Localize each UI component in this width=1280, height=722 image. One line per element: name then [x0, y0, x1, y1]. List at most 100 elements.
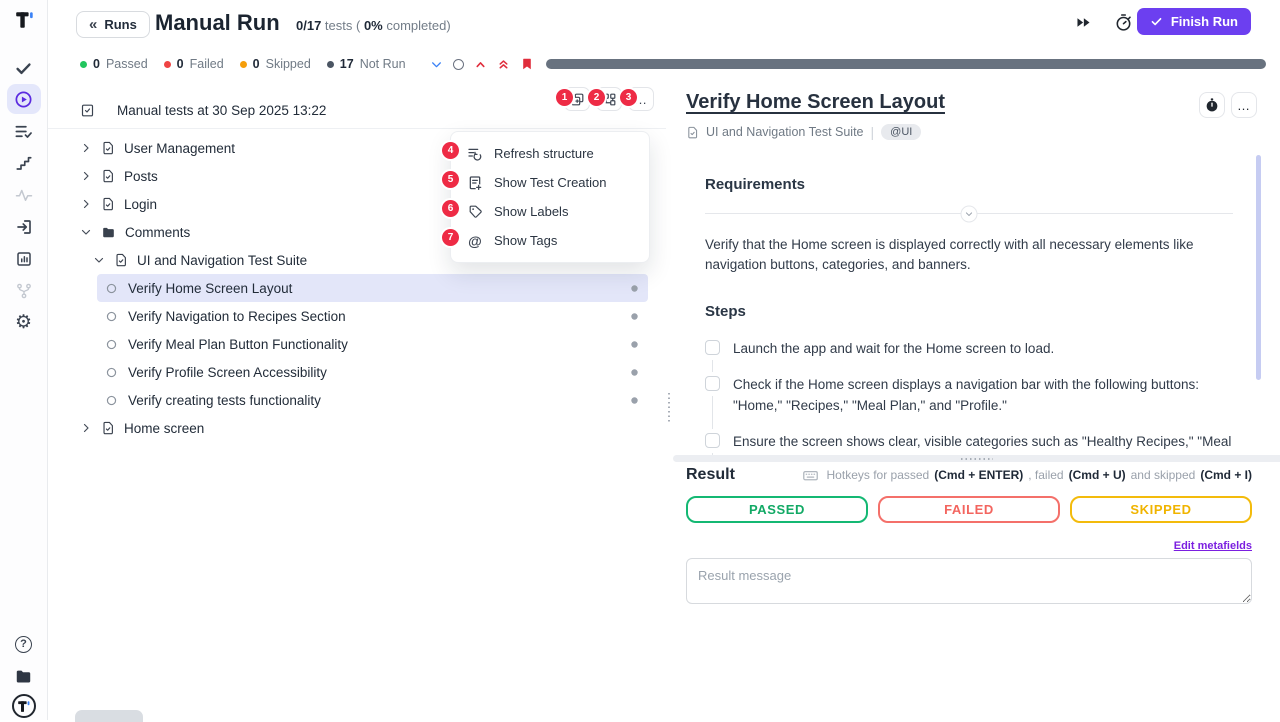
menu-item-refresh-structure[interactable]: 4 Refresh structure: [451, 139, 649, 168]
at-sign-icon: @: [467, 233, 483, 249]
requirements-divider: [705, 213, 1233, 214]
tree-row-test[interactable]: Verify Profile Screen Accessibility: [97, 358, 648, 386]
bookmark-icon[interactable]: [520, 57, 534, 71]
pulse-icon[interactable]: [7, 180, 41, 210]
detail-scrollbar[interactable]: [1256, 155, 1261, 380]
step-checkbox[interactable]: [705, 340, 720, 355]
status-dot-icon: [629, 395, 640, 406]
percent-complete: 0%: [364, 18, 383, 33]
status-controls: [430, 57, 534, 71]
branch-icon[interactable]: [7, 276, 41, 306]
settings-gear-icon[interactable]: ⚙: [7, 307, 41, 337]
step-text: Check if the Home screen displays a navi…: [733, 375, 1233, 417]
verdict-buttons: PASSED FAILED SKIPPED: [686, 496, 1252, 523]
page-title: Manual Run: [155, 10, 280, 36]
back-to-runs-button[interactable]: « Runs: [76, 11, 150, 38]
suite-name[interactable]: UI and Navigation Test Suite: [706, 125, 864, 139]
reports-icon[interactable]: [7, 244, 41, 274]
tag-badge[interactable]: @UI: [881, 124, 921, 140]
chevron-up-icon[interactable]: [474, 58, 487, 71]
edit-metafields-link[interactable]: Edit metafields: [686, 540, 1252, 552]
status-bar: 0Passed 0Failed 0Skipped 17Not Run: [48, 50, 1280, 78]
test-circle-icon: [105, 282, 118, 295]
test-breadcrumb: UI and Navigation Test Suite | @UI: [686, 124, 921, 140]
fast-forward-icon[interactable]: [1075, 14, 1092, 31]
file-check-icon: [114, 253, 128, 267]
collapse-toggle-icon[interactable]: [961, 205, 978, 222]
step-item: Check if the Home screen displays a navi…: [705, 375, 1233, 432]
menu-item-show-labels[interactable]: 6 Show Labels: [451, 197, 649, 226]
label-tag-icon: [467, 204, 483, 219]
test-circle-icon: [105, 310, 118, 323]
check-icon: [1150, 15, 1163, 28]
status-passed: 0Passed: [80, 57, 148, 71]
folder-icon: [101, 225, 116, 240]
tour-badge-5: 5: [442, 171, 459, 188]
panel-splitter-vertical[interactable]: [666, 78, 672, 720]
file-check-icon: [101, 421, 115, 435]
steps-icon[interactable]: [7, 148, 41, 178]
tests-fraction: 0/17: [296, 18, 321, 33]
status-dot-icon: [629, 367, 640, 378]
notrun-dot-icon: [327, 61, 334, 68]
result-message-input[interactable]: [686, 558, 1252, 604]
run-progress-summary: 0/17 tests ( 0% completed): [296, 18, 451, 33]
app-sidebar: ⚙ ?: [0, 0, 48, 720]
test-circle-icon: [105, 394, 118, 407]
help-icon[interactable]: ?: [7, 629, 41, 659]
test-plans-icon[interactable]: [7, 116, 41, 146]
tour-badge-4: 4: [442, 142, 459, 159]
tree-context-menu: 4 Refresh structure 5 Show Test Creation…: [450, 131, 650, 263]
tree-row-test-selected[interactable]: Verify Home Screen Layout: [97, 274, 648, 302]
splitter-grip: [961, 458, 993, 460]
test-creation-icon: [467, 175, 483, 191]
user-avatar[interactable]: [7, 691, 41, 721]
steps-list: Launch the app and wait for the Home scr…: [705, 339, 1233, 457]
tree-row-test[interactable]: Verify creating tests functionality: [97, 386, 648, 414]
step-checkbox[interactable]: [705, 433, 720, 448]
tour-badge-6: 6: [442, 200, 459, 217]
passed-button[interactable]: PASSED: [686, 496, 868, 523]
runs-play-icon[interactable]: [7, 84, 41, 114]
circle-filter-icon[interactable]: [453, 59, 464, 70]
tests-check-icon[interactable]: [7, 53, 41, 83]
passed-dot-icon: [80, 61, 87, 68]
double-chevron-up-icon[interactable]: [497, 58, 510, 71]
file-check-icon: [101, 169, 115, 183]
step-checkbox[interactable]: [705, 376, 720, 391]
test-title[interactable]: Verify Home Screen Layout: [686, 91, 945, 114]
detail-more-button[interactable]: …: [1231, 92, 1257, 118]
hotkeys-hint: Hotkeys for passed (Cmd + ENTER) , faile…: [802, 467, 1252, 484]
status-skipped: 0Skipped: [240, 57, 311, 71]
file-check-icon: [101, 141, 115, 155]
stopwatch-button[interactable]: [1199, 92, 1225, 118]
chevron-down-icon: [80, 226, 92, 238]
status-failed: 0Failed: [164, 57, 224, 71]
step-item: Launch the app and wait for the Home scr…: [705, 339, 1233, 375]
file-check-icon: [101, 197, 115, 211]
back-chevrons-icon: «: [89, 16, 97, 33]
projects-folder-icon[interactable]: [7, 661, 41, 691]
top-bar: « Runs Manual Run 0/17 tests ( 0% comple…: [48, 0, 1280, 50]
timer-icon[interactable]: [1114, 13, 1133, 32]
test-circle-icon: [105, 366, 118, 379]
import-icon[interactable]: [7, 212, 41, 242]
chevron-down-icon[interactable]: [430, 58, 443, 71]
menu-item-show-test-creation[interactable]: 5 Show Test Creation: [451, 168, 649, 197]
stopwatch-icon: [1204, 97, 1220, 113]
file-check-icon: [686, 126, 699, 139]
menu-item-show-tags[interactable]: 7 @ Show Tags: [451, 226, 649, 255]
test-detail-panel: Verify Home Screen Layout … UI and Navig…: [673, 78, 1280, 720]
clipboard-check-icon: [80, 103, 95, 118]
panel-splitter-horizontal[interactable]: [673, 455, 1280, 462]
partial-tooltip: [75, 710, 143, 722]
tree-row-test[interactable]: Verify Meal Plan Button Functionality: [97, 330, 648, 358]
failed-button[interactable]: FAILED: [878, 496, 1060, 523]
tree-row-test[interactable]: Verify Navigation to Recipes Section: [97, 302, 648, 330]
tree-row-suite[interactable]: Home screen: [48, 414, 668, 442]
skipped-button[interactable]: SKIPPED: [1070, 496, 1252, 523]
tour-badge-7: 7: [442, 229, 459, 246]
chevron-right-icon: [80, 422, 92, 434]
finish-run-button[interactable]: Finish Run: [1137, 8, 1251, 35]
run-progress-bar: [546, 59, 1266, 69]
